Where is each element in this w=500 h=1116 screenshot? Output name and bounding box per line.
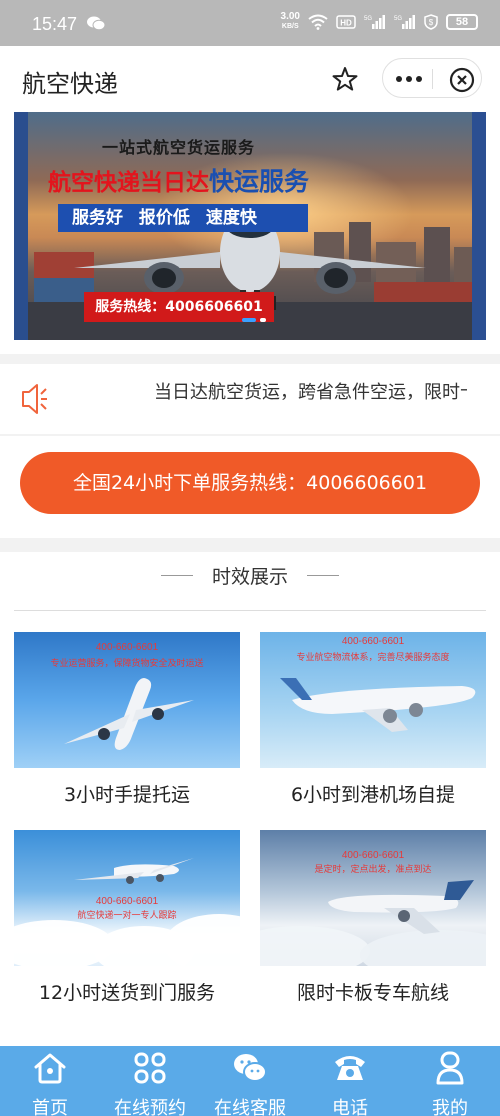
svg-text:5G: 5G bbox=[364, 16, 372, 22]
airplane-image bbox=[64, 678, 194, 750]
banner-headline-blue: 快运服务 bbox=[209, 167, 310, 196]
tab-customer-service[interactable]: 在线客服 bbox=[200, 1046, 300, 1116]
card-slogan: 是定时，定点出发，准点到达 bbox=[314, 865, 432, 875]
wifi-icon bbox=[308, 14, 328, 30]
wechat-icon bbox=[87, 16, 106, 31]
banner-headline-red: 航空快递当日达 bbox=[48, 170, 209, 196]
user-icon bbox=[436, 1051, 464, 1085]
hotline-button[interactable]: 全国24小时下单服务热线：4006606601 bbox=[20, 452, 480, 514]
svg-text:$: $ bbox=[429, 18, 434, 27]
tab-label: 在线客服 bbox=[214, 1098, 286, 1116]
carousel-dot-active[interactable] bbox=[242, 318, 256, 322]
section-rule bbox=[14, 610, 486, 611]
banner-right-edge bbox=[472, 112, 486, 340]
card-caption: 3小时手提托运 bbox=[63, 784, 191, 806]
service-card[interactable]: 400-660-6601 航空快递一对一专人跟踪 12小时送货到门服务 bbox=[14, 830, 240, 1010]
net-speed: 3.00 KB/S bbox=[280, 11, 300, 31]
menu-capsule bbox=[382, 58, 482, 98]
airplane-image bbox=[74, 858, 194, 884]
cloud bbox=[164, 914, 240, 966]
banner-left-edge bbox=[14, 112, 28, 340]
tab-booking[interactable]: 在线预约 bbox=[100, 1046, 200, 1116]
home-icon bbox=[34, 1053, 66, 1084]
card-slogan: 专业航空物流体系，完善尽美服务态度 bbox=[296, 653, 450, 663]
svg-text:HD: HD bbox=[340, 19, 352, 28]
card-caption: 6小时到港机场自提 bbox=[290, 784, 456, 806]
hotline-section: 全国24小时下单服务热线：4006606601 bbox=[0, 436, 500, 538]
notice-bar: 当日达航空货运，跨省急件空运，限时卡板专车航线 bbox=[0, 364, 500, 434]
page: 15:47 3.00 KB/S HD 5G 5G $ 58 航空快递 一站式航空… bbox=[0, 0, 500, 1116]
tab-label: 首页 bbox=[32, 1098, 68, 1116]
card-phone: 400-660-6601 bbox=[341, 850, 405, 861]
banner-tags: 服务好 报价低 速度快 bbox=[58, 204, 308, 232]
phone-icon bbox=[335, 1056, 365, 1080]
tab-label: 在线预约 bbox=[114, 1098, 186, 1116]
speaker-icon bbox=[22, 384, 47, 414]
page-title: 航空快递 bbox=[22, 70, 118, 98]
battery-indicator: 58 bbox=[446, 14, 478, 30]
tab-home[interactable]: 首页 bbox=[0, 1046, 100, 1116]
card-image: 400-660-6601 专业运营服务，保障货物安全及时运送 bbox=[14, 632, 240, 768]
hd-icon: HD bbox=[336, 15, 356, 29]
card-caption: 限时卡板专车航线 bbox=[296, 982, 449, 1004]
section-header: 时效展示 bbox=[0, 562, 500, 592]
status-time: 15:47 bbox=[32, 14, 78, 34]
signal-icon-2: 5G bbox=[394, 15, 415, 29]
carousel-dot[interactable] bbox=[260, 318, 266, 322]
tab-profile[interactable]: 我的 bbox=[400, 1046, 500, 1116]
shield-icon: $ bbox=[424, 14, 438, 30]
card-image: 400-660-6601 是定时，定点出发，准点到达 bbox=[260, 830, 486, 966]
card-phone: 400-660-6601 bbox=[341, 636, 405, 647]
tab-label: 我的 bbox=[432, 1098, 468, 1116]
service-card[interactable]: 400-660-6601 是定时，定点出发，准点到达 限时卡板专车航线 bbox=[260, 830, 486, 1010]
section-divider-right bbox=[307, 575, 340, 576]
airplane-image bbox=[280, 678, 476, 732]
bottom-tab-bar: 首页 在线预约 在线客服 电话 我的 bbox=[0, 1046, 500, 1116]
airplane-image bbox=[328, 880, 474, 934]
banner-headline-2: 航空快递当日达快运服务 bbox=[48, 162, 309, 198]
timeliness-section: 时效展示 400-660-6601 专业运营服务，保障货物安全及时运送 3小时手… bbox=[0, 552, 500, 1046]
card-image: 400-660-6601 专业航空物流体系，完善尽美服务态度 bbox=[260, 632, 486, 768]
carousel-indicator bbox=[242, 318, 266, 322]
status-bar: 15:47 3.00 KB/S HD 5G 5G $ 58 bbox=[0, 0, 500, 46]
capsule-divider bbox=[432, 69, 433, 89]
banner-section: 一站式航空货运服务 航空快递当日达快运服务 服务好 报价低 速度快 服务热线：4… bbox=[0, 112, 500, 354]
more-icon[interactable] bbox=[395, 73, 423, 85]
card-phone: 400-660-6601 bbox=[95, 642, 159, 653]
chat-icon bbox=[234, 1054, 267, 1082]
section-divider-left bbox=[160, 575, 193, 576]
status-right: 3.00 KB/S HD 5G 5G $ 58 bbox=[281, 12, 478, 32]
card-slogan: 航空快递一对一专人跟踪 bbox=[77, 911, 177, 921]
tab-label: 电话 bbox=[332, 1098, 368, 1116]
svg-text:5G: 5G bbox=[394, 16, 402, 22]
notice-text: 当日达航空货运，跨省急件空运，限时卡板专车航线 bbox=[154, 382, 467, 403]
signal-icon-1: 5G bbox=[364, 15, 385, 29]
star-icon[interactable] bbox=[332, 66, 358, 92]
card-slogan: 专业运营服务，保障货物安全及时运送 bbox=[50, 659, 204, 669]
tab-phone[interactable]: 电话 bbox=[300, 1046, 400, 1116]
card-image: 400-660-6601 航空快递一对一专人跟踪 bbox=[14, 830, 240, 966]
card-caption: 12小时送货到门服务 bbox=[38, 982, 216, 1004]
title-bar: 航空快递 bbox=[0, 46, 500, 112]
service-card[interactable]: 400-660-6601 专业航空物流体系，完善尽美服务态度 6小时到港机场自提 bbox=[260, 632, 486, 812]
close-icon[interactable] bbox=[449, 67, 475, 93]
banner-carousel[interactable]: 一站式航空货运服务 航空快递当日达快运服务 服务好 报价低 速度快 服务热线：4… bbox=[14, 112, 486, 340]
section-title: 时效展示 bbox=[211, 566, 288, 588]
card-phone: 400-660-6601 bbox=[95, 896, 159, 907]
grid-icon bbox=[134, 1052, 166, 1084]
service-card[interactable]: 400-660-6601 专业运营服务，保障货物安全及时运送 3小时手提托运 bbox=[14, 632, 240, 812]
banner-headline-1: 一站式航空货运服务 bbox=[102, 138, 256, 157]
